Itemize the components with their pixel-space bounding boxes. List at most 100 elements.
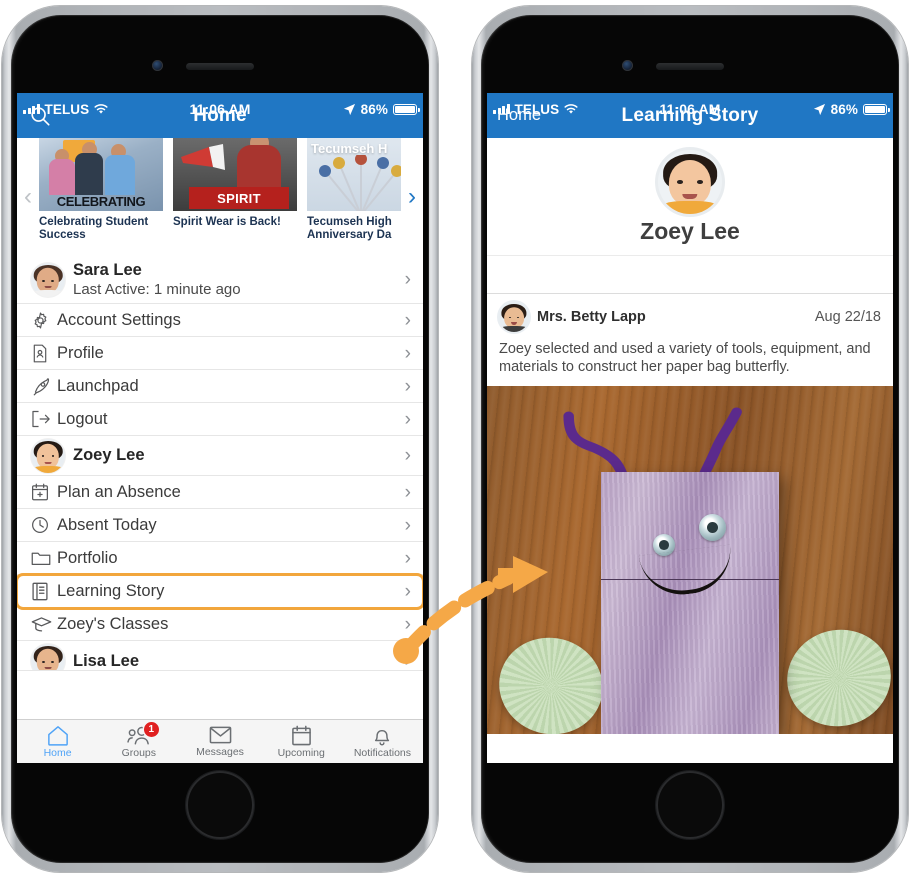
- paper-bag-body: [601, 472, 779, 734]
- list-item-label: Profile: [57, 343, 104, 362]
- post-author: Mrs. Betty Lapp: [537, 309, 646, 325]
- tab-notifications[interactable]: Notifications: [342, 725, 423, 759]
- profile-card-icon: [31, 344, 57, 363]
- tab-label: Groups: [121, 746, 157, 759]
- gear-icon: [31, 311, 57, 330]
- carousel-card[interactable]: CELEBRATING Celebrating Student Success: [39, 138, 163, 242]
- bottom-tab-bar: Home 1 Groups Messages Upcoming Notifica…: [17, 719, 423, 763]
- section-spacer: [487, 256, 893, 294]
- screenshot-stage: TELUS 11:06 AM 86% Home ‹ CELEBRATING Ce…: [0, 0, 911, 881]
- googly-eye-right: [699, 514, 726, 541]
- list-item-label: Learning Story: [57, 581, 165, 600]
- chevron-right-icon: ›: [404, 481, 411, 503]
- list-item-sara-lee[interactable]: Sara Lee Last Active: 1 minute ago ›: [17, 256, 423, 304]
- list-item-label: Portfolio: [57, 548, 118, 567]
- list-item-portfolio[interactable]: Portfolio ›: [17, 542, 423, 575]
- list-item-learning-story[interactable]: Learning Story ›: [17, 573, 423, 610]
- carousel-caption: Tecumseh High Anniversary Da: [307, 216, 392, 241]
- chevron-right-icon: ›: [404, 613, 411, 635]
- right-phone-device: TELUS 11:06 AM 86% Home Learning Story Z…: [472, 6, 908, 872]
- home-icon: [47, 725, 68, 746]
- list-item-zoey-lee[interactable]: Zoey Lee ›: [17, 436, 423, 476]
- list-item-plan-an-absence[interactable]: Plan an Absence ›: [17, 476, 423, 509]
- front-camera-icon: [152, 60, 163, 71]
- calendar-icon: [291, 725, 311, 745]
- news-carousel[interactable]: ‹ CELEBRATING Celebrating Student Succes…: [17, 138, 423, 256]
- home-button[interactable]: [186, 771, 254, 839]
- list-item-zoeys-classes[interactable]: Zoey's Classes ›: [17, 608, 423, 641]
- list-item-label: Sara Lee: [73, 261, 142, 279]
- rocket-icon: [31, 377, 57, 396]
- left-phone-device: TELUS 11:06 AM 86% Home ‹ CELEBRATING Ce…: [2, 6, 438, 872]
- carousel-thumbnail: SPIRIT: [173, 138, 297, 211]
- tab-label: Upcoming: [277, 746, 325, 759]
- chevron-right-icon: ›: [404, 445, 411, 466]
- tab-home[interactable]: Home: [17, 725, 98, 759]
- chevron-right-icon: ›: [404, 342, 411, 364]
- calendar-plus-icon: [31, 483, 57, 501]
- post-date: Aug 22/18: [814, 309, 881, 325]
- post-header: Mrs. Betty Lapp Aug 22/18: [487, 294, 893, 338]
- left-phone-screen: Home ‹ CELEBRATING Celebrating Student S…: [17, 93, 423, 763]
- avatar: [31, 643, 65, 670]
- list-item-label: Plan an Absence: [57, 482, 181, 501]
- carousel-card[interactable]: SPIRIT Spirit Wear is Back!: [173, 138, 297, 242]
- list-item-label: Lisa Lee: [73, 652, 140, 670]
- carousel-card[interactable]: Tecumseh H Tecumseh High Anniversary Da: [307, 138, 401, 242]
- clock-icon: [31, 516, 57, 534]
- carousel-thumbnail: CELEBRATING: [39, 138, 163, 211]
- earpiece-speaker: [186, 63, 254, 70]
- status-bar-right: TELUS 11:06 AM 86%: [487, 98, 893, 120]
- tab-label: Notifications: [353, 746, 412, 759]
- list-item-label: Zoey Lee: [73, 446, 145, 464]
- tab-upcoming[interactable]: Upcoming: [261, 725, 342, 759]
- thumb-overlay-text: CELEBRATING: [56, 194, 146, 209]
- carousel-track: CELEBRATING Celebrating Student Success …: [39, 138, 401, 242]
- list-item-profile[interactable]: Profile ›: [17, 337, 423, 370]
- list-item-absent-today[interactable]: Absent Today ›: [17, 509, 423, 542]
- list-item-lisa-lee[interactable]: Lisa Lee ›: [17, 641, 423, 671]
- status-bar-left: TELUS 11:06 AM 86%: [17, 98, 423, 120]
- post-photo[interactable]: [487, 386, 893, 734]
- list-item-launchpad[interactable]: Launchpad ›: [17, 370, 423, 403]
- avatar: [31, 262, 65, 297]
- home-menu-list: Sara Lee Last Active: 1 minute ago › Acc…: [17, 256, 423, 671]
- home-button[interactable]: [656, 771, 724, 839]
- chevron-right-icon: ›: [404, 408, 411, 430]
- folder-icon: [31, 550, 57, 567]
- list-item-account-settings[interactable]: Account Settings ›: [17, 304, 423, 337]
- list-item-sublabel: Last Active: 1 minute ago: [73, 281, 241, 298]
- tab-groups[interactable]: 1 Groups: [98, 721, 179, 759]
- tab-label: Home: [43, 746, 72, 759]
- chevron-right-icon: ›: [404, 269, 411, 290]
- battery-full-icon: [863, 103, 890, 115]
- avatar: [658, 150, 722, 214]
- groups-badge: 1: [143, 721, 159, 737]
- earpiece-speaker: [656, 63, 724, 70]
- chevron-left-icon[interactable]: ‹: [17, 138, 39, 256]
- chevron-right-icon: ›: [404, 309, 411, 331]
- front-camera-icon: [622, 60, 633, 71]
- carousel-caption: Celebrating Student Success: [39, 216, 149, 241]
- chevron-right-icon[interactable]: ›: [401, 138, 423, 256]
- graduation-cap-icon: [31, 616, 57, 633]
- post-text: Zoey selected and used a variety of tool…: [499, 341, 871, 375]
- list-item-label: Logout: [57, 409, 108, 428]
- avatar: [31, 438, 65, 473]
- list-item-logout[interactable]: Logout ›: [17, 403, 423, 436]
- chevron-right-icon: ›: [404, 547, 411, 569]
- carousel-caption: Spirit Wear is Back!: [173, 216, 281, 228]
- chevron-right-icon: ›: [404, 375, 411, 397]
- avatar: [499, 302, 529, 332]
- student-header: Zoey Lee: [487, 138, 893, 256]
- chevron-right-icon: ›: [404, 514, 411, 536]
- book-icon: [31, 582, 57, 601]
- tab-messages[interactable]: Messages: [179, 725, 260, 758]
- thumb-overlay-text: Tecumseh H: [311, 141, 388, 156]
- student-name: Zoey Lee: [640, 218, 740, 244]
- right-phone-screen: Home Learning Story Zoey Lee Mrs. Betty …: [487, 93, 893, 763]
- envelope-icon: [209, 726, 231, 744]
- tab-label: Messages: [196, 746, 244, 758]
- carousel-thumbnail: Tecumseh H: [307, 138, 401, 211]
- megaphone-icon: [181, 144, 225, 170]
